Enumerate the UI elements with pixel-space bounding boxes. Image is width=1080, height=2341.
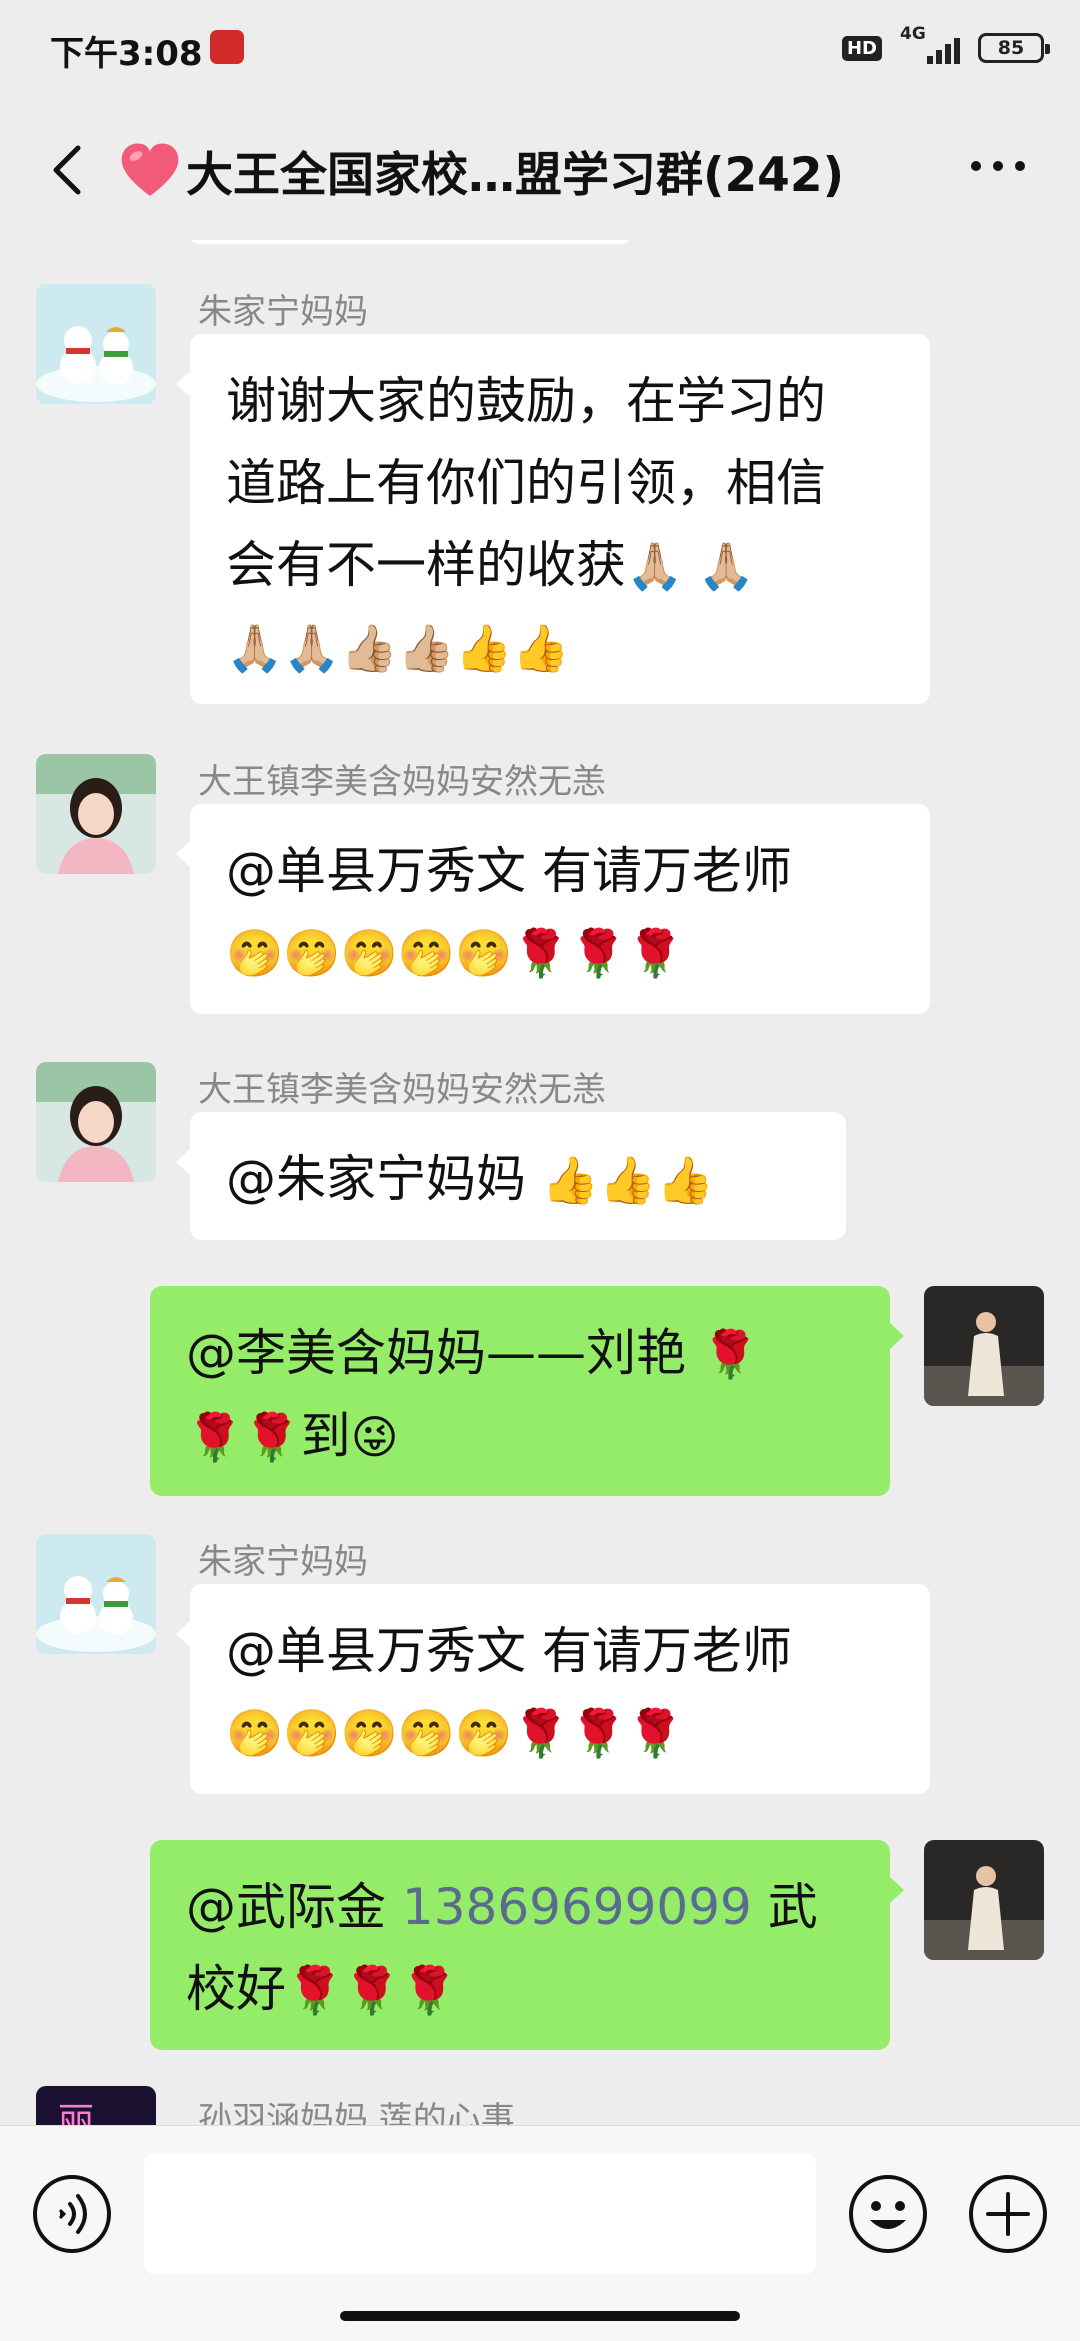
battery-level: 85 [997,37,1025,59]
signal-icon: 4G [900,24,960,66]
status-time: 下午3:08 [50,34,203,74]
sender-name: 朱家宁妈妈 [198,292,368,332]
message-text: 校好 [186,1960,286,2018]
network-type: 4G [900,24,926,44]
message-text: @朱家宁妈妈 [226,1150,542,1208]
message-line: 会有不一样的收获 [226,536,626,594]
emoji-picker-icon[interactable] [846,2172,930,2256]
sender-name: 大王镇李美含妈妈安然无恙 [198,1070,606,1110]
emoji-run: 🙏🏼 🙏🏼 [626,539,756,593]
emoji-run: 🌹🌹 [186,1410,301,1464]
message-text: @单县万秀文 有请万老师 [226,842,792,900]
status-bar: 下午3:08 HD 4G 85 [0,0,1080,100]
emoji-run: 🌹🌹🌹 [286,1963,458,2017]
message-bubble[interactable]: 谢谢大家的鼓励，在学习的 道路上有你们的引领，相信 会有不一样的收获🙏🏼 🙏🏼 … [176,334,930,704]
chat-title: 大王全国家校…盟学习群(242) [186,147,845,203]
message-text: 武 [751,1878,818,1936]
message-text: @武际金 [186,1878,402,1936]
girl-avatar[interactable] [36,1062,156,1182]
emoji-run: 🌹 [701,1327,760,1381]
sender-name: 朱家宁妈妈 [198,1542,368,1582]
sender-name: 大王镇李美含妈妈安然无恙 [198,762,606,802]
message-bubble[interactable]: @武际金 13869699099 武 校好🌹🌹🌹 [150,1840,904,2050]
message-text: @单县万秀文 有请万老师 [226,1622,792,1680]
message-bubble[interactable]: @李美含妈妈——刘艳 🌹 🌹🌹到😜 [150,1286,904,1496]
app-notification-icon [210,30,244,64]
back-arrow-icon[interactable] [42,142,98,198]
emoji-run: 🙏🏼🙏🏼👍🏼👍🏼👍👍 [226,621,570,675]
chat-title-area[interactable]: 大王全国家校…盟学习群(242) [118,132,938,208]
chat-header: 大王全国家校…盟学习群(242) [0,100,1080,240]
emoji-run: 👍👍👍 [541,1153,714,1207]
more-functions-icon[interactable] [966,2172,1050,2256]
message-list[interactable]: 朱家宁妈妈 谢谢大家的鼓励，在学习的 道路上有你们的引领，相信 会有不一样的收获… [0,240,1080,2125]
more-options-icon[interactable] [968,156,1028,176]
message-line: 谢谢大家的鼓励，在学习的 [226,372,826,430]
sender-name: 孙羽涵妈妈 莲的心事 [198,2100,515,2125]
snowman-avatar[interactable] [36,284,156,404]
message-text: @李美含妈妈——刘艳 [186,1324,702,1382]
status-indicators: HD 4G 85 [841,24,1050,68]
emoji-run: 🤭🤭🤭🤭🤭🌹🌹🌹 [226,1706,685,1760]
avatar-text: 丽 [58,2101,95,2125]
home-indicator[interactable] [340,2311,740,2321]
message-input[interactable] [144,2154,816,2274]
message-bubble[interactable]: @单县万秀文 有请万老师 🤭🤭🤭🤭🤭🌹🌹🌹 [176,804,930,1014]
message-line: 道路上有你们的引领，相信 [226,454,826,512]
partial-message-bubble [190,240,630,244]
battery-icon: 85 [978,33,1050,63]
emoji-run: 😜 [350,1410,399,1464]
emoji-run: 🤭🤭🤭🤭🤭🌹🌹🌹 [226,926,685,980]
heart-icon [121,143,179,196]
li-avatar[interactable]: 丽 [36,2086,156,2125]
woman-avatar[interactable] [924,1840,1044,1960]
message-bubble[interactable]: @朱家宁妈妈 👍👍👍 [176,1112,846,1240]
voice-input-icon[interactable] [30,2172,114,2256]
woman-avatar[interactable] [924,1286,1044,1406]
hd-icon: HD [841,35,882,61]
message-bubble[interactable]: @单县万秀文 有请万老师 🤭🤭🤭🤭🤭🌹🌹🌹 [176,1584,930,1794]
message-text: 到 [300,1407,351,1465]
phone-number-link[interactable]: 13869699099 [402,1878,752,1936]
snowman-avatar[interactable] [36,1534,156,1654]
input-bar [0,2125,1080,2341]
girl-avatar[interactable] [36,754,156,874]
